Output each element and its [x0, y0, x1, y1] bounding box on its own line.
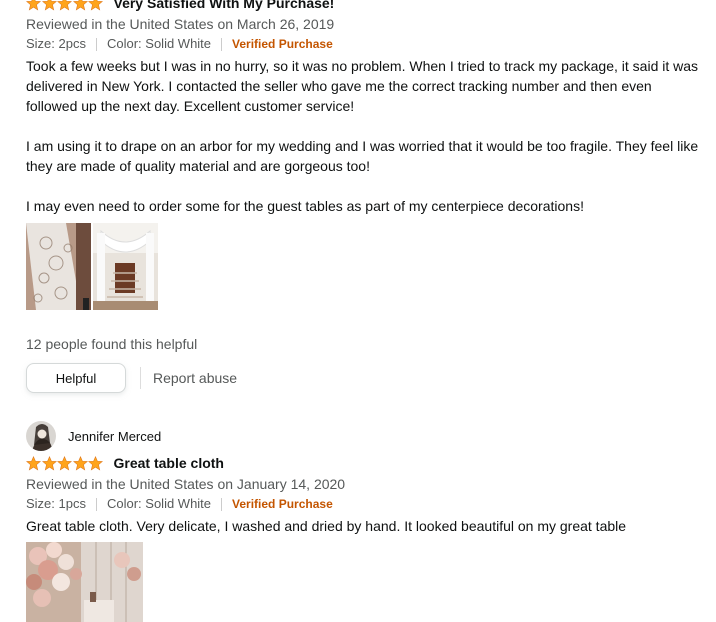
divider: [95, 497, 97, 511]
star-icon: [26, 455, 41, 471]
review-2: Jennifer Merced Great table cloth Review…: [26, 420, 706, 622]
divider: [221, 37, 223, 51]
review-date: Reviewed in the United States on March 2…: [26, 16, 335, 32]
review-title[interactable]: Great table cloth: [114, 455, 224, 471]
review-title-row: Great table cloth: [26, 452, 706, 474]
star-rating[interactable]: [26, 0, 104, 11]
review-image-lace[interactable]: [26, 223, 91, 310]
star-icon: [88, 0, 103, 11]
reviewer-profile[interactable]: Jennifer Merced: [26, 420, 706, 452]
helpful-button[interactable]: Helpful: [26, 363, 126, 393]
star-icon: [26, 0, 41, 11]
review-title-row: Very Satisfied With My Purchase!: [26, 0, 706, 14]
review-image-balloons[interactable]: [26, 542, 143, 622]
star-icon: [57, 455, 72, 471]
variant-size[interactable]: Size: 2pcs: [26, 34, 86, 54]
review-variant: Size: 1pcs Color: Solid White Verified P…: [26, 494, 706, 514]
star-icon: [41, 0, 57, 11]
star-icon: [41, 455, 57, 471]
report-abuse-link[interactable]: Report abuse: [153, 370, 237, 386]
star-icon: [72, 455, 88, 471]
avatar[interactable]: [26, 421, 56, 451]
review-title[interactable]: Very Satisfied With My Purchase!: [114, 0, 335, 11]
review-actions: Helpful Report abuse: [26, 363, 706, 393]
review-variant: Size: 2pcs Color: Solid White Verified P…: [26, 34, 706, 54]
divider: [95, 37, 97, 51]
star-icon: [88, 455, 103, 471]
star-rating[interactable]: [26, 455, 104, 471]
divider: [221, 497, 223, 511]
review-image-arbor[interactable]: [93, 223, 158, 310]
helpful-count: 12 people found this helpful: [26, 336, 198, 352]
review-images: [26, 223, 706, 310]
review-body: Took a few weeks but I was in no hurry, …: [26, 58, 699, 214]
review-body: Great table cloth. Very delicate, I wash…: [26, 518, 627, 534]
variant-color[interactable]: Color: Solid White: [107, 34, 211, 54]
star-icon: [72, 0, 88, 11]
variant-color[interactable]: Color: Solid White: [107, 494, 211, 514]
divider: [140, 367, 141, 389]
variant-size[interactable]: Size: 1pcs: [26, 494, 86, 514]
review-1: Very Satisfied With My Purchase! Reviewe…: [26, 0, 706, 393]
verified-purchase-badge[interactable]: Verified Purchase: [232, 34, 333, 54]
review-date: Reviewed in the United States on January…: [26, 476, 346, 492]
verified-purchase-badge[interactable]: Verified Purchase: [232, 494, 333, 514]
star-icon: [57, 0, 72, 11]
reviewer-name[interactable]: Jennifer Merced: [68, 429, 161, 444]
